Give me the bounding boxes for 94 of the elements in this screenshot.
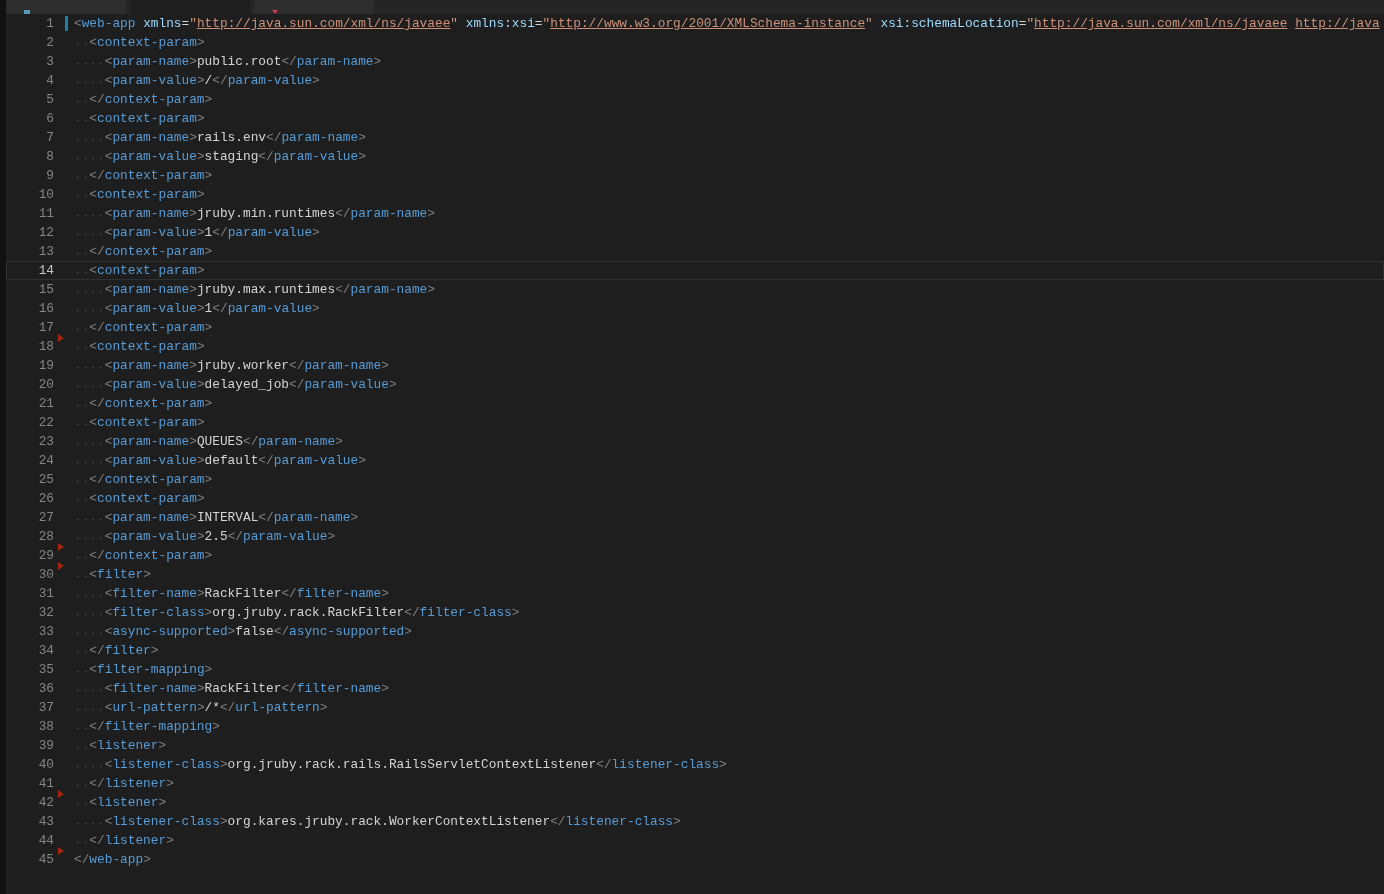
line-number: 41 (38, 775, 55, 793)
line-number: 31 (38, 585, 55, 603)
code-line: <param-name>public.root</param-name> (74, 52, 382, 71)
code-line: <param-name>rails.env</param-name> (74, 128, 366, 147)
line-number: 35 (38, 661, 55, 679)
line-number: 20 (38, 376, 55, 394)
code-line: <context-param> (74, 261, 205, 280)
line-number: 3 (46, 53, 55, 71)
code-line: </listener> (74, 831, 174, 850)
line-number: 39 (38, 737, 55, 755)
gem-icon (272, 10, 278, 14)
line-number: 14 (38, 262, 55, 280)
code-line: <param-name>jruby.worker</param-name> (74, 356, 389, 375)
line-number: 22 (38, 414, 55, 432)
code-line: </context-param> (74, 242, 213, 261)
line-number: 24 (38, 452, 55, 470)
line-number: 2 (46, 34, 55, 52)
code-line: <listener> (74, 736, 167, 755)
code-line: <param-value>/</param-value> (74, 71, 320, 90)
line-number: 13 (38, 243, 55, 261)
line-number: 7 (46, 129, 55, 147)
line-number: 28 (38, 528, 55, 546)
line-number: 15 (38, 281, 55, 299)
line-number: 23 (38, 433, 55, 451)
code-line: <async-supported>false</async-supported> (74, 622, 412, 641)
code-line: <listener> (74, 793, 167, 812)
code-line: <context-param> (74, 413, 205, 432)
line-number: 42 (38, 794, 55, 812)
line-number: 40 (38, 756, 55, 774)
code-line: </context-param> (74, 470, 213, 489)
line-number: 26 (38, 490, 55, 508)
line-number: 38 (38, 718, 55, 736)
line-number: 6 (46, 110, 55, 128)
line-number: 43 (38, 813, 55, 831)
line-number: 27 (38, 509, 55, 527)
line-number: 34 (38, 642, 55, 660)
code-line: <param-name>INTERVAL</param-name> (74, 508, 359, 527)
code-line: <listener-class>org.jruby.rack.rails.RailsServletContextListener</listener-class> (74, 755, 727, 774)
code-line: <url-pattern>/*</url-pattern> (74, 698, 328, 717)
code-line: <param-name>jruby.max.runtimes</param-name> (74, 280, 435, 299)
code-line: <filter-name>RackFilter</filter-name> (74, 584, 389, 603)
code-line: <filter-name>RackFilter</filter-name> (74, 679, 389, 698)
code-line: <context-param> (74, 185, 205, 204)
line-number: 18 (38, 338, 55, 356)
code-line: <context-param> (74, 33, 205, 52)
editor-tab[interactable] (6, 0, 126, 14)
code-line: <context-param> (74, 489, 205, 508)
line-number: 36 (38, 680, 55, 698)
code-line: </web-app> (74, 851, 151, 869)
code-line: <param-value>1</param-value> (74, 223, 320, 242)
line-number: 8 (46, 148, 55, 166)
line-number: 9 (46, 167, 55, 185)
code-line: <param-value>staging</param-value> (74, 147, 366, 166)
code-line: </context-param> (74, 90, 213, 109)
line-number: 1 (46, 15, 55, 33)
code-line: <context-param> (74, 109, 205, 128)
code-line: </context-param> (74, 546, 213, 565)
line-number: 11 (38, 205, 55, 223)
code-line: <web-app xmlns="http://java.sun.com/xml/ns/javaee" xmlns:xsi="http://www.w3.org/2001/XMLSchema-instance" xsi:schemaLocation="http://java.sun.com/xml/ns/javaee http://java (74, 15, 1380, 33)
line-number: 5 (46, 91, 55, 109)
code-line: <param-name>QUEUES</param-name> (74, 432, 343, 451)
line-number: 44 (38, 832, 55, 850)
code-line: <filter-class>org.jruby.rack.RackFilter</filter-class> (74, 603, 520, 622)
line-number: 4 (46, 72, 55, 90)
line-number: 17 (38, 319, 55, 337)
line-number: 10 (38, 186, 55, 204)
code-line: </listener> (74, 774, 174, 793)
line-number: 30 (38, 566, 55, 584)
line-number: 32 (38, 604, 55, 622)
line-number: 16 (38, 300, 55, 318)
file-icon (24, 10, 30, 14)
line-number: 45 (38, 851, 55, 869)
code-line: </context-param> (74, 318, 213, 337)
code-line: <param-value>1</param-value> (74, 299, 320, 318)
code-line: <listener-class>org.kares.jruby.rack.WorkerContextListener</listener-class> (74, 812, 681, 831)
code-line: </context-param> (74, 166, 213, 185)
code-line: </filter-mapping> (74, 717, 220, 736)
line-number: 19 (38, 357, 55, 375)
code-line: <filter> (74, 565, 151, 584)
line-number: 21 (38, 395, 55, 413)
editor-tab[interactable] (254, 0, 374, 14)
line-number: 33 (38, 623, 55, 641)
code-line: <context-param> (74, 337, 205, 356)
code-line: <filter-mapping> (74, 660, 213, 679)
code-line: <param-value>default</param-value> (74, 451, 366, 470)
code-line: <param-value>delayed_job</param-value> (74, 375, 397, 394)
code-line: </filter> (74, 641, 159, 660)
code-line: <param-value>2.5</param-value> (74, 527, 336, 546)
line-number: 37 (38, 699, 55, 717)
line-number: 12 (38, 224, 55, 242)
line-number: 25 (38, 471, 55, 489)
code-line: <param-name>jruby.min.runtimes</param-name> (74, 204, 435, 223)
code-line: </context-param> (74, 394, 213, 413)
line-number: 29 (38, 547, 55, 565)
